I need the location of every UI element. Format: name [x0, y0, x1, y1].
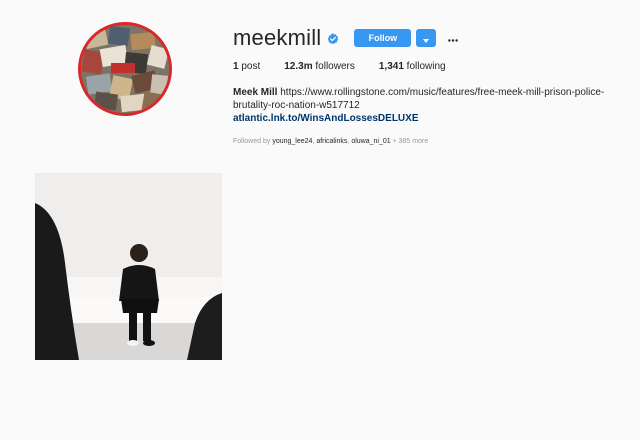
profile-bio: Meek Mill https://www.rollingstone.com/m…	[233, 86, 618, 125]
posts-count: 1	[233, 61, 239, 72]
posts-label: post	[241, 61, 261, 72]
post-photo-image	[35, 173, 222, 360]
posts-stat: 1 post	[233, 61, 260, 72]
profile-page: meekmill Follow 1 post 12.3m followers 1…	[0, 0, 640, 440]
avatar-collage-image	[81, 25, 169, 113]
profile-stats: 1 post 12.3m followers 1,341 following	[233, 61, 470, 72]
followed-by-user[interactable]: young_lee24	[272, 138, 312, 145]
profile-avatar-ring[interactable]	[78, 22, 172, 116]
suggestions-dropdown-button[interactable]	[416, 29, 437, 47]
bio-text: https://www.rollingstone.com/music/featu…	[233, 87, 605, 111]
username-row: meekmill Follow	[233, 24, 460, 52]
caret-down-icon	[423, 31, 430, 46]
avatar[interactable]	[81, 25, 169, 113]
more-options-button[interactable]	[446, 29, 460, 47]
post-thumbnail[interactable]	[35, 173, 222, 360]
follow-button[interactable]: Follow	[354, 29, 412, 47]
followers-stat[interactable]: 12.3m followers	[284, 61, 355, 72]
verified-badge-icon	[327, 32, 339, 45]
bio-external-link[interactable]: atlantic.lnk.to/WinsAndLossesDELUXE	[233, 112, 618, 125]
following-label: following	[406, 61, 446, 72]
followed-by-prefix: Followed by	[233, 138, 271, 145]
followed-by-more[interactable]: + 385 more	[393, 138, 429, 145]
profile-username: meekmill	[233, 25, 322, 50]
following-count: 1,341	[378, 61, 404, 72]
followed-by[interactable]: Followed by young_lee24, africalinks, ol…	[233, 138, 428, 145]
more-options-icon	[448, 29, 459, 47]
followed-by-user[interactable]: oluwa_ni_01	[351, 138, 390, 145]
followers-label: followers	[315, 61, 355, 72]
followed-by-user[interactable]: africalinks	[316, 138, 347, 145]
followers-count: 12.3m	[284, 61, 313, 72]
following-stat[interactable]: 1,341 following	[379, 61, 446, 72]
bio-full-name: Meek Mill	[233, 87, 278, 98]
